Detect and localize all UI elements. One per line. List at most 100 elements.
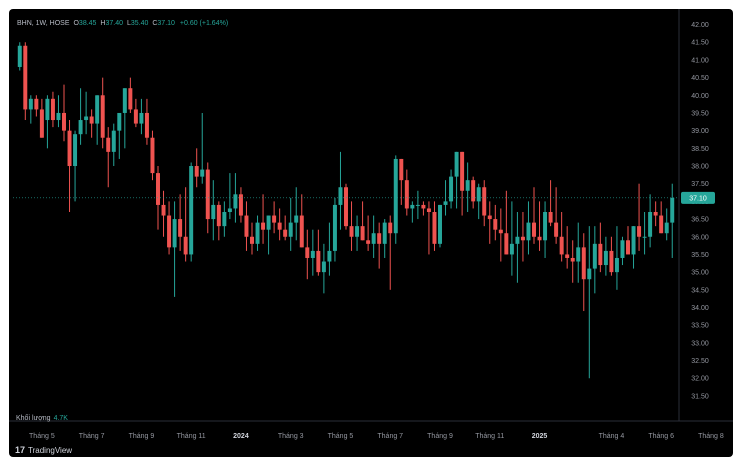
candle-body <box>56 112 61 121</box>
candle-body <box>183 236 188 255</box>
candle-body <box>244 215 249 237</box>
candle-body <box>332 204 337 251</box>
candle-body <box>250 236 254 244</box>
candle-body <box>465 180 470 191</box>
candle-body <box>327 250 332 262</box>
time-tick-label: Tháng 7 <box>79 433 105 440</box>
candle-body <box>266 215 271 230</box>
candle-body <box>349 226 354 237</box>
candle-body <box>272 215 277 223</box>
price-tick-label: 38.00 <box>691 164 709 171</box>
time-tick-label: 2025 <box>532 433 548 440</box>
price-tick-label: 34.00 <box>691 305 709 312</box>
price-tick-label: 32.50 <box>691 358 709 365</box>
volume-value: 4.7K <box>53 415 68 422</box>
time-tick-label: 2024 <box>233 433 249 440</box>
price-tick-label: 36.50 <box>691 217 709 224</box>
high-value: 37.40 <box>105 20 123 27</box>
candle-body <box>487 215 492 220</box>
candle-body <box>664 222 669 234</box>
candle-body <box>100 95 105 138</box>
candle-body <box>189 166 194 255</box>
candle-body <box>233 194 238 209</box>
candle-body <box>216 204 221 227</box>
candle-body <box>653 212 658 216</box>
price-tick-label: 40.00 <box>691 93 709 100</box>
candle-body <box>39 109 44 138</box>
price-tick-label: 38.50 <box>691 146 709 153</box>
time-tick-label: Tháng 7 <box>377 433 403 440</box>
candle-body <box>471 180 476 202</box>
candle-body <box>28 98 33 110</box>
candle-body <box>316 250 321 273</box>
candle-body <box>139 112 144 124</box>
candle-body <box>509 243 514 255</box>
candle-body <box>17 45 22 67</box>
candle-body <box>498 229 503 234</box>
candle-body <box>200 169 205 177</box>
candle-body <box>598 243 603 266</box>
candle-body <box>194 166 199 177</box>
close-value: 37.10 <box>157 20 175 27</box>
candle-body <box>382 222 387 244</box>
candle-body <box>299 215 304 248</box>
price-tick-label: 39.00 <box>691 128 709 135</box>
candle-body <box>34 98 39 110</box>
candle-body <box>227 208 232 212</box>
price-tick-label: 31.50 <box>691 393 709 400</box>
candle-body <box>554 222 559 237</box>
price-tick-label: 34.50 <box>691 287 709 294</box>
candle-body <box>648 212 653 237</box>
candle-body <box>454 151 459 177</box>
candle-body <box>111 130 116 152</box>
time-tick-label: Tháng 3 <box>278 433 304 440</box>
open-value: 38.45 <box>78 20 97 27</box>
candle-body <box>565 254 570 258</box>
change-value: +0.60 (+1.64%) <box>179 20 229 27</box>
tradingview-logo-icon: 17 <box>15 445 26 455</box>
candle-body <box>128 88 133 110</box>
candle-body <box>515 236 520 244</box>
candle-body <box>570 257 575 262</box>
candle-body <box>587 268 592 280</box>
candle-body <box>415 204 420 206</box>
tradingview-logo[interactable]: 17 TradingView <box>15 445 72 455</box>
candle-body <box>178 219 183 237</box>
candle-body <box>404 180 409 209</box>
candle-body <box>167 215 172 248</box>
candle-body <box>421 204 426 209</box>
candle-body <box>172 219 177 248</box>
candle-body <box>620 240 625 258</box>
chart-frame[interactable]: 42.00 41.50 41.00 40.50 40.00 39.50 39.00 38.50… <box>9 9 733 457</box>
price-tick-label: 39.50 <box>691 110 709 117</box>
candle-body <box>670 197 675 223</box>
chart-legend: BHN, 1W, HOSE O38.45 H37.40 L35.40 C37.1… <box>17 20 228 27</box>
candle-body <box>460 151 465 191</box>
candlestick-chart[interactable]: 42.00 41.50 41.00 40.50 40.00 39.50 39.00 38.50… <box>9 9 733 457</box>
candle-body <box>45 98 50 121</box>
tradingview-name: TradingView <box>28 445 73 455</box>
candle-body <box>526 222 531 241</box>
time-tick-label: Tháng 5 <box>29 433 55 440</box>
candle-body <box>67 130 72 167</box>
candle-body <box>388 222 393 234</box>
time-tick-label: Tháng 9 <box>427 433 453 440</box>
candle-body <box>410 204 415 209</box>
candle-body <box>532 222 536 237</box>
candle-body <box>592 243 597 269</box>
candle-body <box>161 204 166 216</box>
time-tick-label: Tháng 4 <box>599 433 625 440</box>
candle-body <box>144 112 149 138</box>
candle-body <box>438 204 442 244</box>
candle-body <box>288 222 293 237</box>
time-tick-label: Tháng 11 <box>177 433 206 440</box>
candle-body <box>537 236 542 241</box>
candle-body <box>631 226 636 255</box>
candle-body <box>294 215 299 223</box>
candle-body <box>89 116 94 124</box>
volume-legend: Khối lượng 4.7K <box>16 415 68 422</box>
candle-body <box>23 45 28 110</box>
candle-body <box>261 222 266 230</box>
candle-body <box>255 222 260 244</box>
candle-body <box>476 187 481 202</box>
